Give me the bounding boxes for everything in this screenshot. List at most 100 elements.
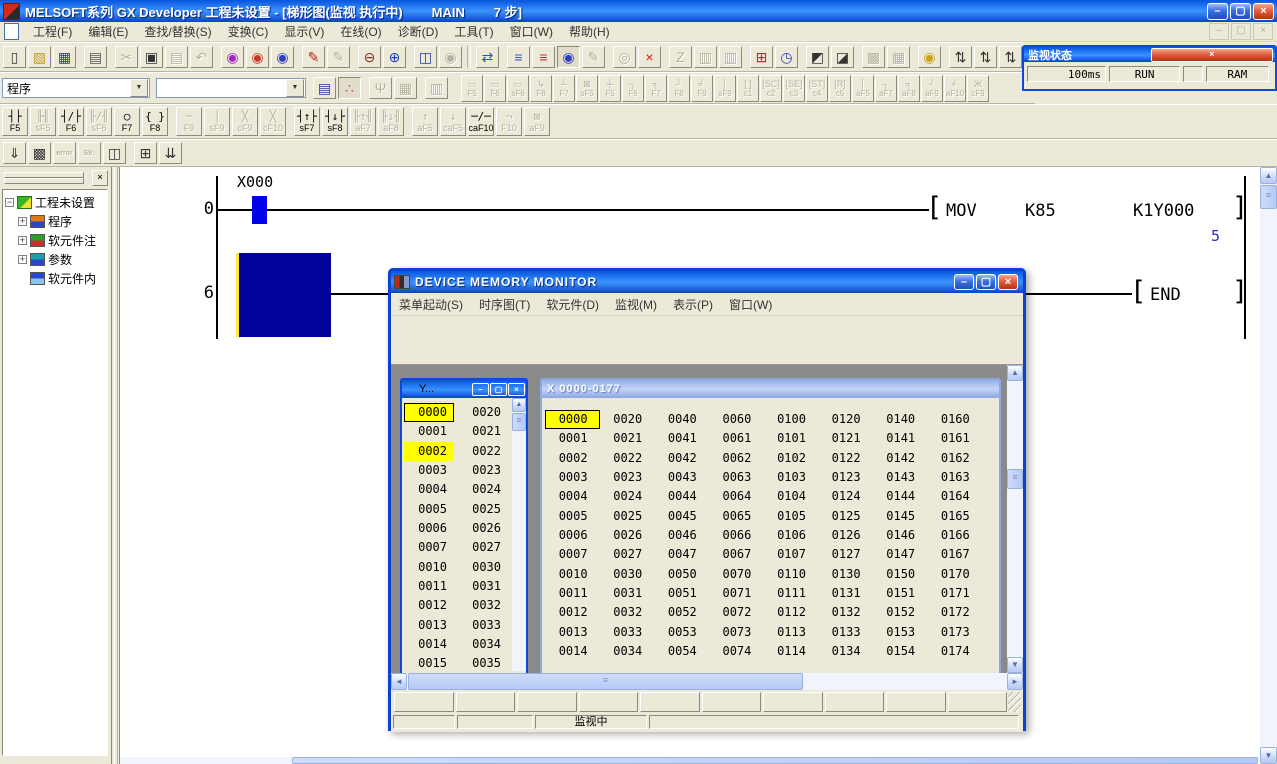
new-project-button[interactable]: ▯ — [3, 46, 26, 68]
x-device-cell[interactable]: 0165 — [927, 507, 982, 526]
function-key-button[interactable] — [579, 692, 639, 712]
restore-button[interactable]: ▢ — [490, 383, 507, 396]
y-device-cell[interactable]: 0021 — [458, 422, 508, 441]
x-device-cell[interactable]: 0073 — [709, 623, 764, 642]
scroll-down-icon[interactable]: ▼ — [1260, 747, 1277, 764]
del-cf9-button[interactable]: ЖcF9 — [967, 75, 989, 102]
x-device-cell[interactable]: 0034 — [600, 642, 655, 661]
menu-item[interactable]: 监视(M) — [607, 294, 665, 315]
x-device-cell[interactable]: 0106 — [763, 526, 818, 545]
x-device-cell[interactable]: 0153 — [873, 623, 928, 642]
corner-af7-button[interactable]: ┐aF7 — [875, 75, 897, 102]
cascade2-button[interactable]: ▩ — [28, 142, 51, 164]
x-device-cell[interactable]: 0103 — [763, 468, 818, 487]
x-device-cell[interactable]: 0160 — [927, 410, 982, 429]
function-key-button[interactable] — [948, 692, 1008, 712]
r-c5-button[interactable]: [R]c5 — [829, 75, 851, 102]
y-device-cell[interactable]: 0005 — [404, 500, 454, 519]
x-device-cell[interactable]: 0105 — [763, 507, 818, 526]
scrollbar-thumb[interactable] — [512, 413, 526, 431]
y-device-cell[interactable]: 0015 — [404, 654, 454, 673]
search-zoom-in-button[interactable]: ⊕ — [383, 46, 406, 68]
y-device-cell[interactable]: 0032 — [458, 596, 508, 615]
x-device-cell[interactable]: 0141 — [873, 429, 928, 448]
find-string-button[interactable]: ◉ — [271, 46, 294, 68]
x-device-cell[interactable]: 0045 — [654, 507, 709, 526]
x-device-cell[interactable]: 0006 — [545, 526, 600, 545]
entry-monitor-button[interactable]: ▥ — [425, 77, 448, 99]
y-device-cell[interactable]: 0013 — [404, 616, 454, 635]
corner-f6-button[interactable]: ┐F6 — [622, 75, 644, 102]
menu-item[interactable]: 窗口(W) — [502, 21, 561, 42]
x-device-cell[interactable]: 0033 — [600, 623, 655, 642]
scroll-left-icon[interactable]: ◄ — [391, 673, 407, 690]
x-device-cell[interactable]: 0007 — [545, 545, 600, 564]
coil-f5-button[interactable]: ▭F5 — [461, 75, 483, 102]
rising-op-button[interactable]: ↑aF5 — [412, 107, 438, 136]
x-device-cell[interactable]: 0173 — [927, 623, 982, 642]
x-device-cell[interactable]: 0127 — [818, 545, 873, 564]
close-button[interactable]: × — [1253, 3, 1274, 20]
x-device-cell[interactable]: 0164 — [927, 487, 982, 506]
y-device-cell[interactable]: 0014 — [404, 635, 454, 654]
x-device-cell[interactable]: 0072 — [709, 603, 764, 622]
vertical-scrollbar[interactable]: ▲ ▼ — [1260, 167, 1277, 764]
find-replace-button[interactable]: ◉ — [246, 46, 269, 68]
search-circuit-button[interactable]: ◉ — [439, 46, 462, 68]
x-device-cell[interactable]: 0001 — [545, 429, 600, 448]
scrollbar-thumb[interactable] — [1260, 185, 1277, 209]
x-device-cell[interactable]: 0143 — [873, 468, 928, 487]
label-program-button[interactable]: ⊞ — [750, 46, 773, 68]
project-tree-toggle-button[interactable]: ∴ — [338, 77, 361, 99]
x-device-cell[interactable]: 0003 — [545, 468, 600, 487]
x-device-cell[interactable]: 0163 — [927, 468, 982, 487]
x-device-cell[interactable]: 0052 — [654, 603, 709, 622]
close-button[interactable]: × — [1151, 48, 1274, 62]
monitor-write-button[interactable]: ✎ — [582, 46, 605, 68]
parameter-check-button[interactable]: ▥ — [694, 46, 717, 68]
y-device-cell[interactable]: 0022 — [458, 442, 508, 461]
x-device-cell[interactable]: 0166 — [927, 526, 982, 545]
x-device-cell[interactable]: 0146 — [873, 526, 928, 545]
restore-button[interactable]: ▢ — [976, 274, 996, 290]
cross-f5-button[interactable]: ┼F5 — [599, 75, 621, 102]
rising-pulse-button[interactable]: ┤↑├sF7 — [294, 107, 320, 136]
menu-item[interactable]: 窗口(W) — [721, 294, 780, 315]
x-device-cell[interactable]: 0062 — [709, 449, 764, 468]
y-device-cell[interactable]: 0011 — [404, 577, 454, 596]
x-device-cell[interactable]: 0041 — [654, 429, 709, 448]
y-device-cell[interactable]: 0027 — [458, 538, 508, 557]
plc-transfer-button[interactable]: ⇄ — [476, 46, 499, 68]
x-device-cell[interactable]: 0032 — [600, 603, 655, 622]
transfer-check-button[interactable]: ▥ — [719, 46, 742, 68]
y-device-cell[interactable]: 0035 — [458, 654, 508, 673]
application-instruction-button[interactable]: { }F8 — [142, 107, 168, 136]
x-device-cell[interactable]: 0150 — [873, 565, 928, 584]
scroll-up-icon[interactable]: ▲ — [512, 398, 526, 412]
x-device-cell[interactable]: 0002 — [545, 449, 600, 468]
coil-sf6-button[interactable]: ▭sF6 — [507, 75, 529, 102]
x-device-cell[interactable]: 0000 — [545, 410, 600, 429]
y-device-cell[interactable]: 0002 — [404, 442, 454, 461]
remote-operation-button[interactable]: ◎ — [613, 46, 636, 68]
falling-op-button[interactable]: ↓caF5 — [440, 107, 466, 136]
save-project-button[interactable]: ▦ — [53, 46, 76, 68]
corner-f7-button[interactable]: ╕F7 — [645, 75, 667, 102]
x-device-cell[interactable]: 0140 — [873, 410, 928, 429]
x-device-cell[interactable]: 0012 — [545, 603, 600, 622]
rising-pulse-branch-button[interactable]: ╟↑╢aF7 — [350, 107, 376, 136]
function-key-button[interactable] — [886, 692, 946, 712]
x-device-cell[interactable]: 0061 — [709, 429, 764, 448]
function-key-button[interactable] — [517, 692, 577, 712]
invert-result-button[interactable]: ─/─caF10 — [468, 107, 494, 136]
corner-af9-button[interactable]: ┘aF9 — [921, 75, 943, 102]
contact-x000-on[interactable] — [252, 196, 267, 224]
x-device-cell[interactable]: 0031 — [600, 584, 655, 603]
menu-item[interactable]: 工具(T) — [446, 21, 501, 42]
x-device-cell[interactable]: 0011 — [545, 584, 600, 603]
sort-device3-button[interactable]: ⇅ — [999, 46, 1022, 68]
y-device-cell[interactable]: 0007 — [404, 538, 454, 557]
menu-item[interactable]: 诊断(D) — [390, 21, 447, 42]
coil-f6-button[interactable]: ▭F6 — [484, 75, 506, 102]
resize-grip[interactable] — [1008, 692, 1021, 712]
